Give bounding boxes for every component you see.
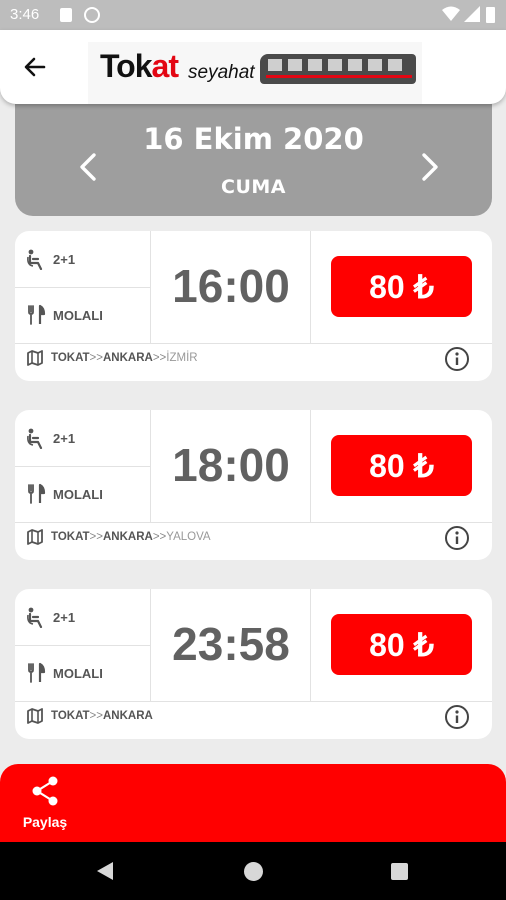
system-nav-bar	[0, 842, 506, 900]
price-button[interactable]: 80 ₺	[331, 256, 472, 317]
fork-knife-icon	[28, 662, 46, 683]
seat-icon	[27, 607, 43, 628]
route-origin: TOKAT	[51, 710, 90, 722]
info-icon[interactable]	[444, 525, 470, 551]
trip-card[interactable]: 2+1 MOLALI 18:00 80 ₺ TOKAT >> ANKARA >>…	[15, 410, 492, 560]
route-info: TOKAT >> ANKARA	[27, 706, 153, 726]
service-type-label: MOLALI	[53, 665, 103, 681]
route-info: TOKAT >> ANKARA >> İZMİR	[27, 348, 198, 368]
departure-time: 16:00	[172, 260, 290, 312]
service-type: MOLALI	[25, 661, 103, 685]
trip-list: 2+1 MOLALI 16:00 80 ₺ TOKAT >> ANKARA >>…	[15, 231, 492, 768]
logo-subtitle: seyahat	[188, 62, 255, 83]
seat-layout: 2+1	[25, 426, 75, 450]
seat-layout-label: 2+1	[53, 609, 76, 625]
share-icon	[32, 776, 58, 806]
back-arrow-icon[interactable]	[20, 52, 50, 82]
seat-layout-label: 2+1	[53, 430, 76, 446]
map-icon	[27, 708, 43, 724]
bottom-action-bar: Paylaş	[0, 764, 506, 842]
departure-time: 23:58	[172, 618, 290, 670]
brand-logo: Tokat seyahat	[88, 42, 422, 104]
status-time: 3:46	[10, 6, 40, 23]
route-stop: ANKARA	[102, 710, 153, 722]
selected-date: 16 Ekim 2020	[143, 122, 364, 156]
seat-layout-label: 2+1	[53, 251, 76, 267]
battery-icon	[486, 7, 495, 23]
seat-layout: 2+1	[25, 605, 75, 629]
route-origin: TOKAT	[51, 531, 90, 543]
signal-icon	[464, 6, 480, 22]
seat-icon	[27, 428, 43, 449]
price-button[interactable]: 80 ₺	[331, 435, 472, 496]
info-icon[interactable]	[444, 704, 470, 730]
route-destination: YALOVA	[166, 531, 211, 543]
share-button[interactable]: Paylaş	[14, 776, 76, 836]
seat-icon	[27, 249, 43, 270]
departure-time: 18:00	[172, 439, 290, 491]
app-bar: Tokat seyahat	[0, 30, 506, 104]
trip-card[interactable]: 2+1 MOLALI 23:58 80 ₺ TOKAT >> ANKARA	[15, 589, 492, 739]
bus-icon	[260, 54, 416, 84]
nav-back-icon[interactable]	[96, 861, 114, 881]
service-type-label: MOLALI	[53, 486, 103, 502]
logo-wordmark: Tokat	[100, 48, 179, 84]
fork-knife-icon	[28, 483, 46, 504]
route-origin: TOKAT	[51, 352, 90, 364]
service-type: MOLALI	[25, 303, 103, 327]
map-icon	[27, 529, 43, 545]
date-selector: 16 Ekim 2020 CUMA	[15, 104, 492, 216]
share-label: Paylaş	[22, 814, 68, 830]
trip-card[interactable]: 2+1 MOLALI 16:00 80 ₺ TOKAT >> ANKARA >>…	[15, 231, 492, 381]
price-button[interactable]: 80 ₺	[331, 614, 472, 675]
status-bar: 3:46	[0, 0, 506, 30]
chevron-right-icon[interactable]	[419, 152, 441, 182]
nav-recents-icon[interactable]	[391, 863, 408, 880]
service-type: MOLALI	[25, 482, 103, 506]
sd-card-icon	[60, 8, 72, 22]
route-info: TOKAT >> ANKARA >> YALOVA	[27, 527, 211, 547]
service-type-label: MOLALI	[53, 307, 103, 323]
nav-home-icon[interactable]	[244, 862, 263, 881]
info-icon[interactable]	[444, 346, 470, 372]
route-stop: ANKARA	[102, 531, 153, 543]
route-destination: İZMİR	[166, 352, 198, 364]
wifi-icon	[442, 6, 460, 21]
sync-icon	[84, 7, 100, 23]
seat-layout: 2+1	[25, 247, 75, 271]
route-stop: ANKARA	[102, 352, 153, 364]
fork-knife-icon	[28, 304, 46, 325]
map-icon	[27, 350, 43, 366]
